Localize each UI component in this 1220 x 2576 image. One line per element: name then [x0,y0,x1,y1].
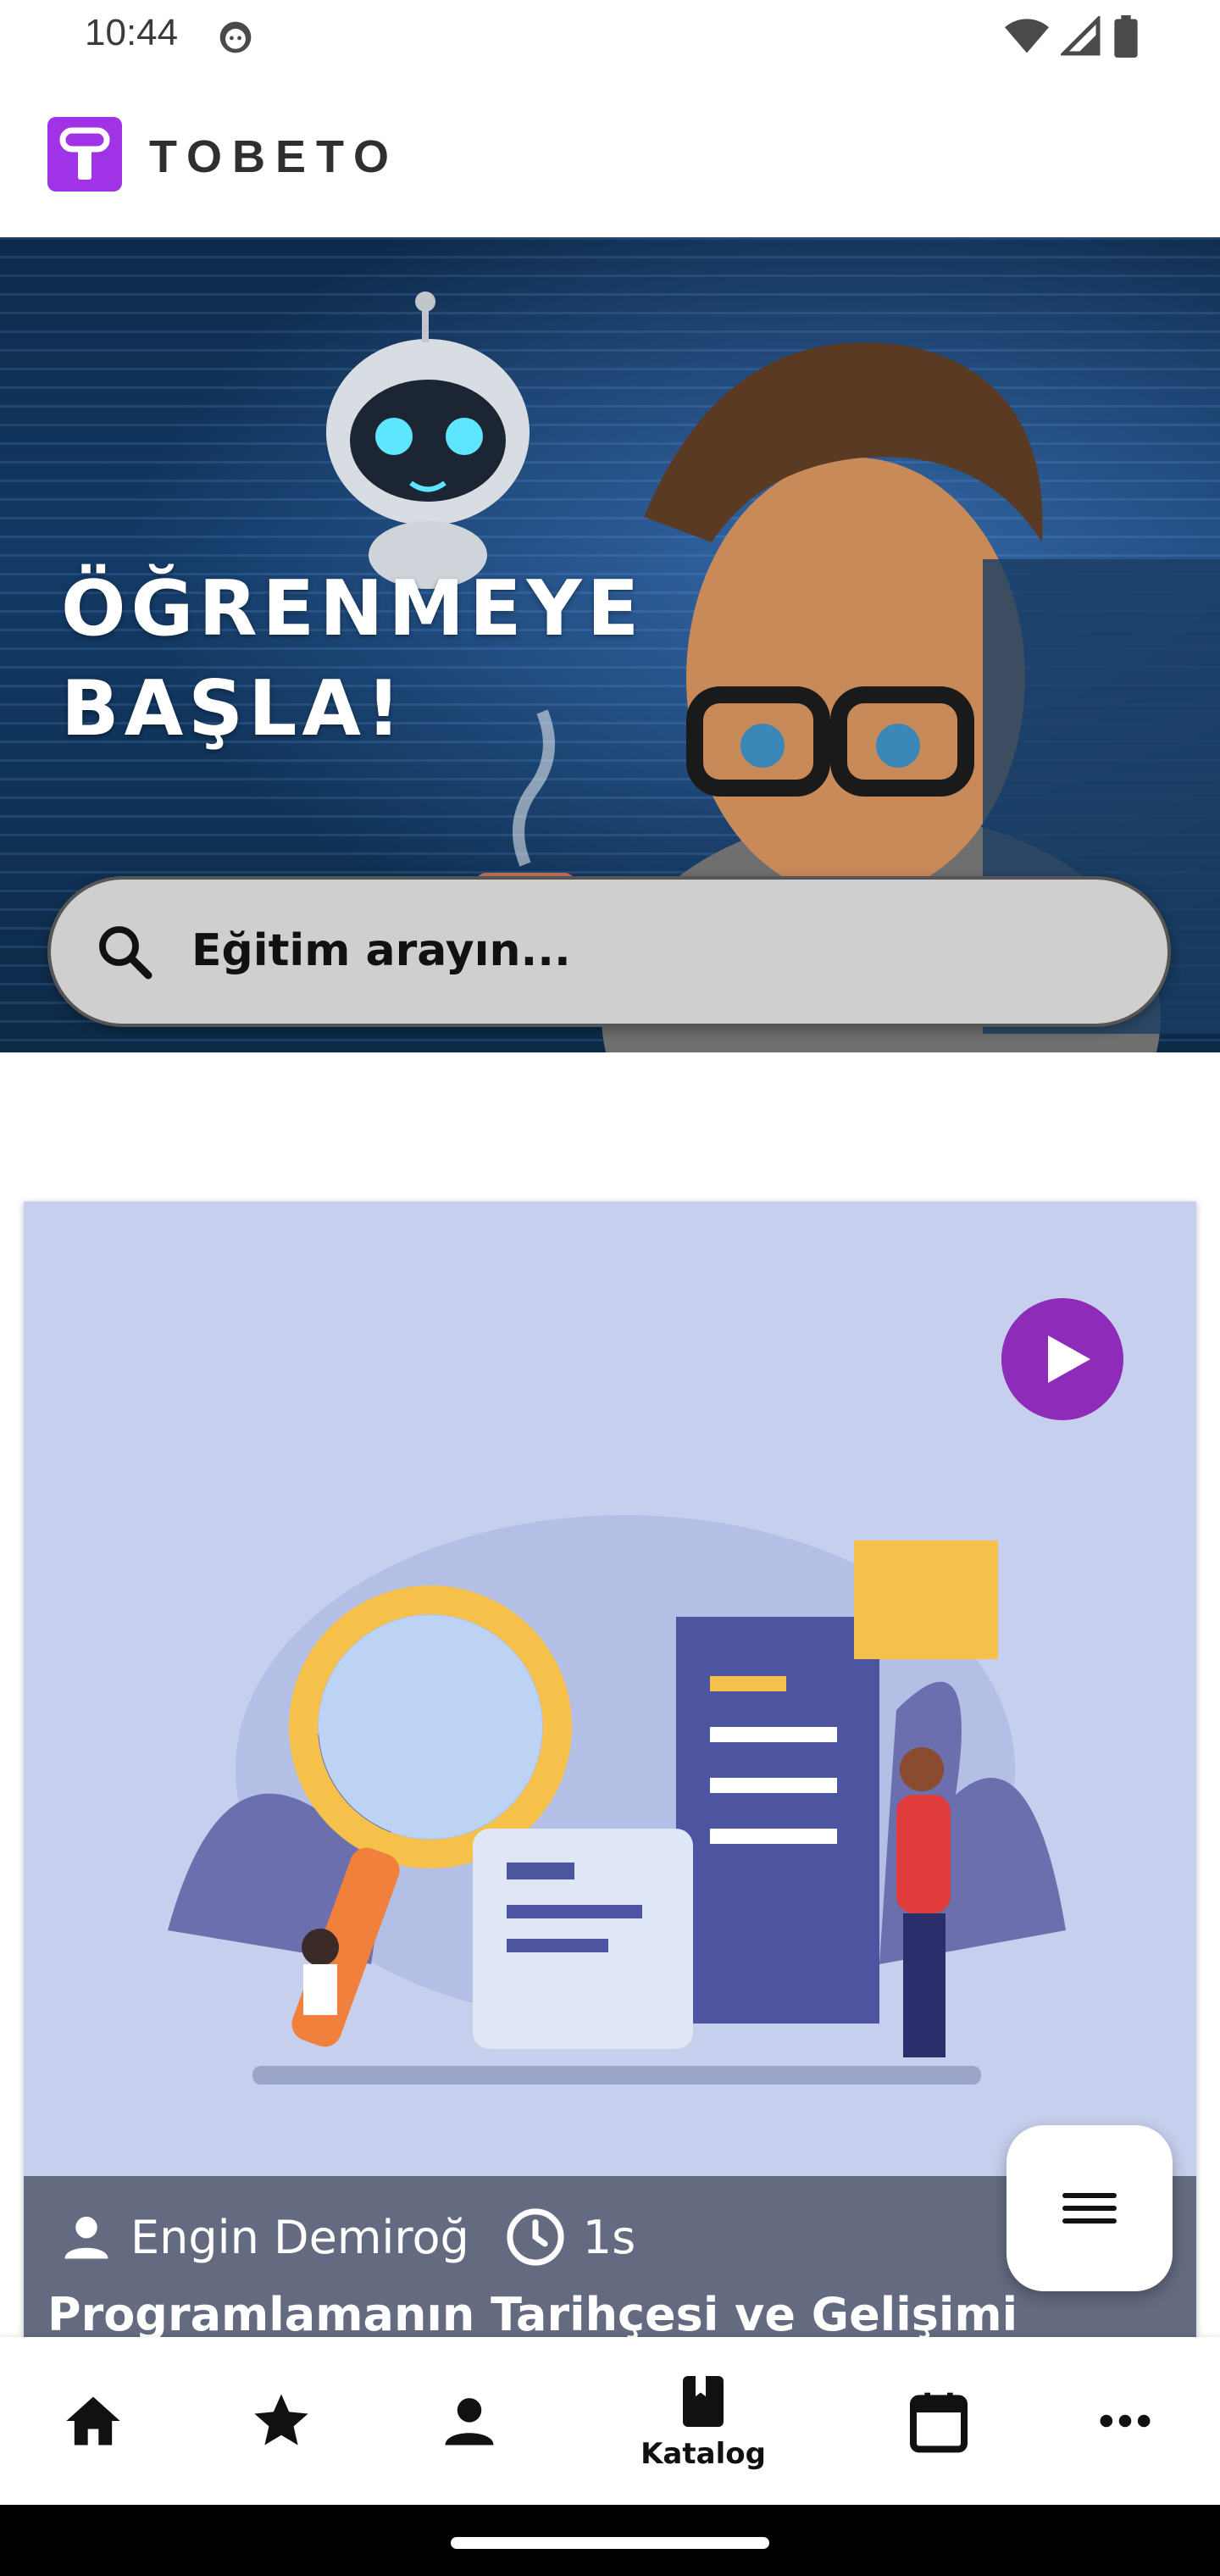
search-icon [99,926,152,980]
home-icon [66,2396,120,2446]
home-indicator[interactable] [451,2537,769,2549]
nav-item-home[interactable] [34,2337,152,2505]
calendar-icon [910,2392,968,2453]
status-time: 10:44 [85,12,179,53]
status-icons [1005,15,1139,58]
status-bar: 10:44 [0,0,1220,76]
nav-item-favorites[interactable] [222,2337,341,2505]
book-icon [683,2376,724,2427]
person-icon [445,2398,494,2446]
search-input[interactable]: Eğitim arayın... [47,876,1171,1027]
star-icon [254,2394,308,2446]
course-illustration [168,1515,1066,2085]
nav-item-profile[interactable] [410,2337,529,2505]
more-icon [1100,2414,1151,2428]
bottom-navigation: Katalog [0,2337,1220,2505]
person-icon [64,2216,108,2259]
clock-icon [507,2208,564,2266]
course-meta: Engin Demiroğ 1s [58,2205,635,2269]
course-title[interactable]: Programlamanın Tarihçesi ve Gelişimi [47,2288,1018,2337]
logo-text: TOBETO [149,131,400,182]
menu-fab-button[interactable] [1006,2125,1173,2291]
nav-item-more[interactable] [1066,2337,1184,2505]
nav-item-calendar[interactable] [879,2337,998,2505]
wifi-icon [1005,19,1049,53]
signal-icon [1061,16,1101,56]
nav-item-katalog[interactable]: Katalog [624,2337,783,2505]
hero-title: ÖĞRENMEYE BAŞLA! [61,564,645,753]
battery-icon [1114,15,1138,58]
notification-face-icon [219,21,252,53]
robot-icon [326,291,530,589]
course-duration: 1s [582,2210,636,2264]
system-navigation-bar [0,2505,1220,2576]
search-placeholder: Eğitim arayın... [191,925,571,976]
menu-icon [1062,2193,1117,2223]
course-instructor: Engin Demiroğ [130,2210,469,2264]
play-button[interactable] [1001,1298,1123,1420]
app-header: TOBETO [0,76,1220,237]
nav-label-katalog: Katalog [640,2437,766,2471]
tobeto-logo-icon[interactable] [47,117,122,192]
